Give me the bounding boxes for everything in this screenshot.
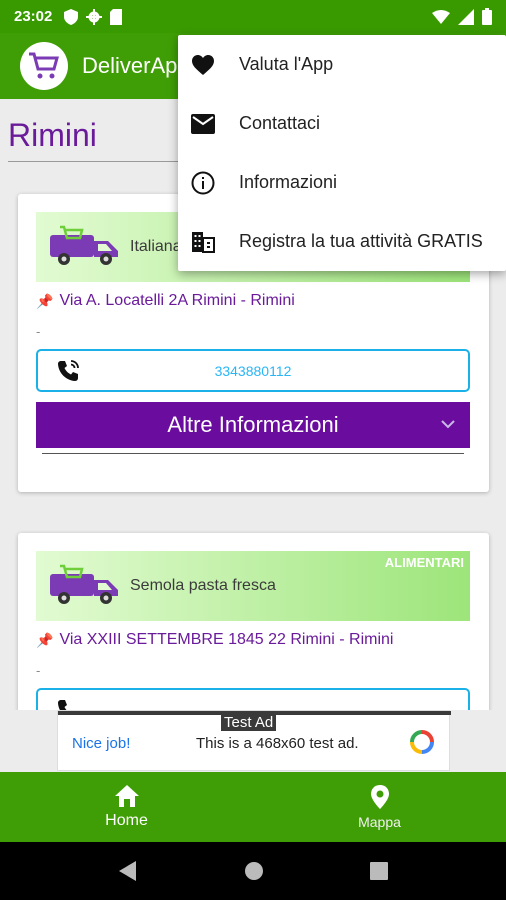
heart-icon: [190, 52, 216, 78]
nav-map-label: Mappa: [358, 814, 401, 830]
gear-icon: [86, 8, 103, 25]
page-title: Rimini: [8, 117, 97, 153]
menu-item-info[interactable]: Informazioni: [178, 153, 506, 212]
building-icon: [190, 229, 216, 255]
menu-item-register-business[interactable]: Registra la tua attività GRATIS: [178, 212, 506, 271]
map-pin-icon: [370, 785, 389, 809]
ad-headline: Nice job!: [72, 735, 131, 752]
address-text: Via XXIII SETTEMBRE 1845 22 Rimini - Rim…: [59, 631, 394, 648]
more-info-label: Altre Informazioni: [167, 412, 339, 437]
overflow-menu: Valuta l'App Contattaci Informazioni Reg…: [178, 35, 506, 271]
status-time: 23:02: [14, 8, 53, 25]
category-badge: ALIMENTARI: [384, 555, 464, 570]
more-info-button[interactable]: Altre Informazioni: [36, 402, 470, 448]
business-banner[interactable]: Semola pasta fresca ALIMENTARI: [36, 551, 470, 621]
phone-icon: [58, 699, 67, 710]
wifi-icon: [432, 9, 450, 24]
business-card[interactable]: Semola pasta fresca ALIMENTARI 📌 Via XXI…: [18, 533, 489, 710]
menu-item-label: Registra la tua attività GRATIS: [239, 231, 483, 251]
menu-item-label: Contattaci: [239, 113, 321, 133]
home-icon: [114, 785, 139, 807]
nav-home[interactable]: Home: [0, 772, 253, 842]
business-name: Semola pasta fresca: [130, 577, 276, 594]
pin-icon: 📌: [36, 292, 54, 309]
phone-number: 3343880112: [214, 362, 292, 379]
menu-item-contact[interactable]: Contattaci: [178, 94, 506, 153]
business-note: -: [36, 324, 41, 339]
signal-icon: [458, 8, 474, 25]
app-title: DeliverApp: [82, 53, 190, 78]
nav-home-label: Home: [105, 812, 148, 829]
shield-icon: [64, 8, 79, 25]
sd-card-icon: [110, 8, 123, 25]
pin-icon: 📌: [36, 631, 54, 648]
address-text: Via A. Locatelli 2A Rimini - Rimini: [59, 292, 295, 309]
delivery-truck-icon: [50, 225, 118, 265]
business-note: -: [36, 663, 41, 678]
info-icon: [190, 170, 216, 196]
nav-map[interactable]: Mappa: [253, 772, 506, 842]
card-divider: [42, 453, 464, 454]
delivery-truck-icon: [50, 564, 118, 604]
ad-label: Test Ad: [221, 714, 277, 731]
status-bar: 23:02: [0, 0, 506, 33]
back-icon[interactable]: [118, 860, 138, 882]
menu-item-label: Valuta l'App: [239, 54, 334, 74]
menu-item-rate-app[interactable]: Valuta l'App: [178, 35, 506, 94]
ad-banner[interactable]: Test Ad Nice job! This is a 468x60 test …: [57, 710, 451, 771]
business-address[interactable]: 📌 Via A. Locatelli 2A Rimini - Rimini: [36, 292, 295, 310]
menu-item-label: Informazioni: [239, 172, 338, 192]
phone-button[interactable]: 3343880112: [36, 349, 470, 392]
title-divider: [8, 161, 188, 162]
bottom-navigation: Home Mappa: [0, 772, 506, 842]
ad-logo-icon: [410, 730, 434, 754]
business-address[interactable]: 📌 Via XXIII SETTEMBRE 1845 22 Rimini - R…: [36, 631, 393, 649]
home-circle-icon[interactable]: [244, 861, 264, 881]
mail-icon: [190, 111, 216, 137]
recents-icon[interactable]: [370, 862, 388, 880]
app-logo-icon: [20, 42, 68, 90]
business-name: Italiana: [130, 238, 182, 255]
system-navigation: [0, 842, 506, 900]
battery-icon: [482, 8, 492, 25]
ad-text: This is a 468x60 test ad.: [196, 735, 359, 752]
chevron-down-icon: [441, 420, 455, 429]
phone-button[interactable]: [36, 688, 470, 710]
